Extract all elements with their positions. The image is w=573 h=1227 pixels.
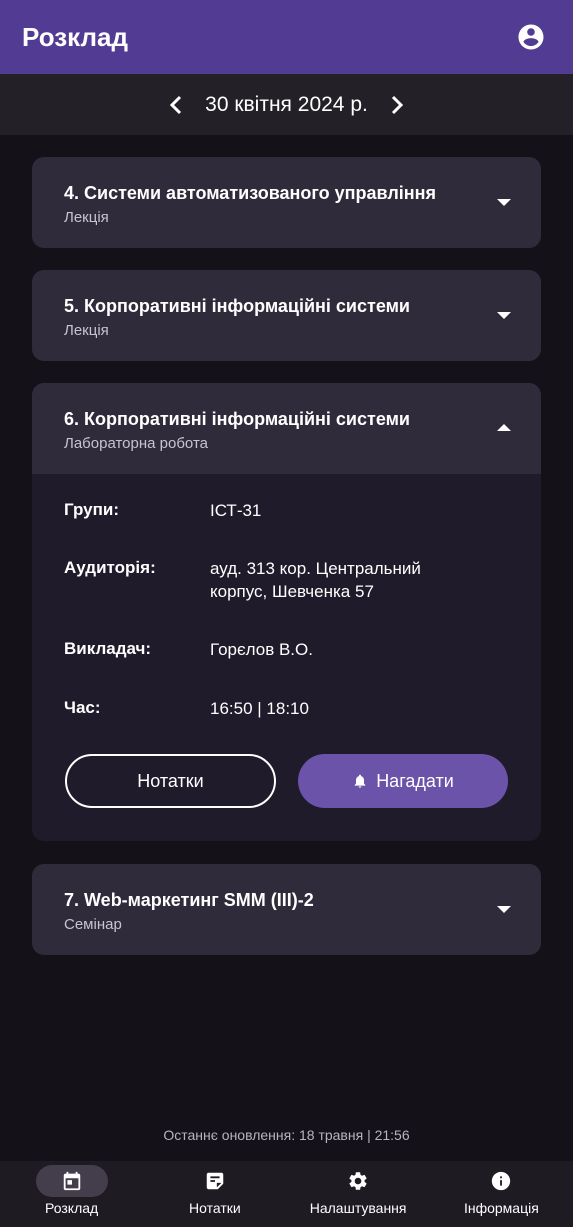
remind-button[interactable]: Нагадати: [298, 754, 508, 808]
room-label: Аудиторія:: [64, 558, 156, 577]
lesson-card-header[interactable]: 7. Web-маркетинг SMM (III)-2 Семінар: [32, 864, 541, 955]
lesson-title: 5. Корпоративні інформаційні системи: [64, 296, 410, 316]
chevron-left-icon: [170, 95, 182, 114]
date-navigation: 30 квітня 2024 р.: [0, 74, 573, 135]
teacher-label: Викладач:: [64, 639, 152, 658]
nav-item-schedule[interactable]: Розклад: [0, 1161, 143, 1227]
expand-less-icon: [497, 424, 511, 431]
room-value-line1: ауд. 313 кор. Центральний: [210, 559, 421, 578]
lesson-card-header[interactable]: 6. Корпоративні інформаційні системи Лаб…: [32, 383, 541, 474]
lesson-type: Семінар: [64, 916, 122, 933]
lesson-type: Лекція: [64, 322, 109, 339]
nav-label: Нотатки: [189, 1200, 241, 1216]
note-icon: [206, 1172, 224, 1190]
nav-item-info[interactable]: Інформація: [430, 1161, 573, 1227]
expand-more-icon: [497, 312, 511, 319]
bottom-navigation: Розклад Нотатки Налаштування Інформація: [0, 1161, 573, 1227]
lesson-card-header[interactable]: 4. Системи автоматизованого управління Л…: [32, 157, 541, 248]
current-date[interactable]: 30 квітня 2024 р.: [205, 93, 368, 117]
gear-icon: [349, 1172, 367, 1190]
notes-button-label: Нотатки: [137, 770, 204, 791]
notes-button[interactable]: Нотатки: [65, 754, 276, 808]
previous-day-button[interactable]: [161, 90, 191, 120]
nav-label: Розклад: [45, 1200, 99, 1216]
info-icon: [492, 1171, 511, 1191]
nav-active-indicator: [35, 1165, 108, 1197]
chevron-right-icon: [391, 95, 403, 114]
last-update-text: Останнє оновлення: 18 травня | 21:56: [163, 1127, 410, 1143]
teacher-value: Горєлов В.О.: [210, 640, 313, 659]
nav-label: Інформація: [463, 1200, 539, 1216]
lesson-type: Лекція: [64, 209, 109, 226]
lesson-title: 4. Системи автоматизованого управління: [64, 183, 437, 203]
lesson-card[interactable]: 7. Web-маркетинг SMM (III)-2 Семінар: [32, 864, 541, 955]
lesson-card[interactable]: 5. Корпоративні інформаційні системи Лек…: [32, 270, 541, 361]
nav-item-notes[interactable]: Нотатки: [143, 1161, 286, 1227]
nav-label: Налаштування: [309, 1200, 407, 1216]
lesson-card-expanded: 6. Корпоративні інформаційні системи Лаб…: [32, 383, 541, 841]
lesson-card[interactable]: 4. Системи автоматизованого управління Л…: [32, 157, 541, 248]
lesson-card-header[interactable]: 5. Корпоративні інформаційні системи Лек…: [32, 270, 541, 361]
bell-icon: [352, 772, 368, 790]
nav-item-settings[interactable]: Налаштування: [287, 1161, 430, 1227]
groups-label: Групи:: [64, 500, 119, 519]
expand-more-icon: [497, 906, 511, 913]
lesson-type: Лабораторна робота: [64, 435, 208, 452]
next-day-button[interactable]: [382, 90, 412, 120]
expand-more-icon: [497, 199, 511, 206]
lesson-title: 6. Корпоративні інформаційні системи: [64, 409, 410, 429]
app-bar: Розклад: [0, 0, 573, 74]
groups-value: ІСТ-31: [210, 501, 262, 520]
page-title: Розклад: [22, 21, 128, 52]
lesson-details: Групи: ІСТ-31 Аудиторія: ауд. 313 кор. Ц…: [32, 474, 541, 841]
remind-button-label: Нагадати: [376, 770, 454, 791]
time-label: Час:: [64, 698, 101, 717]
lesson-title: 7. Web-маркетинг SMM (III)-2: [64, 890, 314, 910]
calendar-icon: [63, 1171, 80, 1191]
account-circle-icon[interactable]: [516, 22, 546, 52]
time-value: 16:50 | 18:10: [210, 699, 309, 718]
room-value-line2: корпус, Шевченка 57: [210, 582, 374, 601]
